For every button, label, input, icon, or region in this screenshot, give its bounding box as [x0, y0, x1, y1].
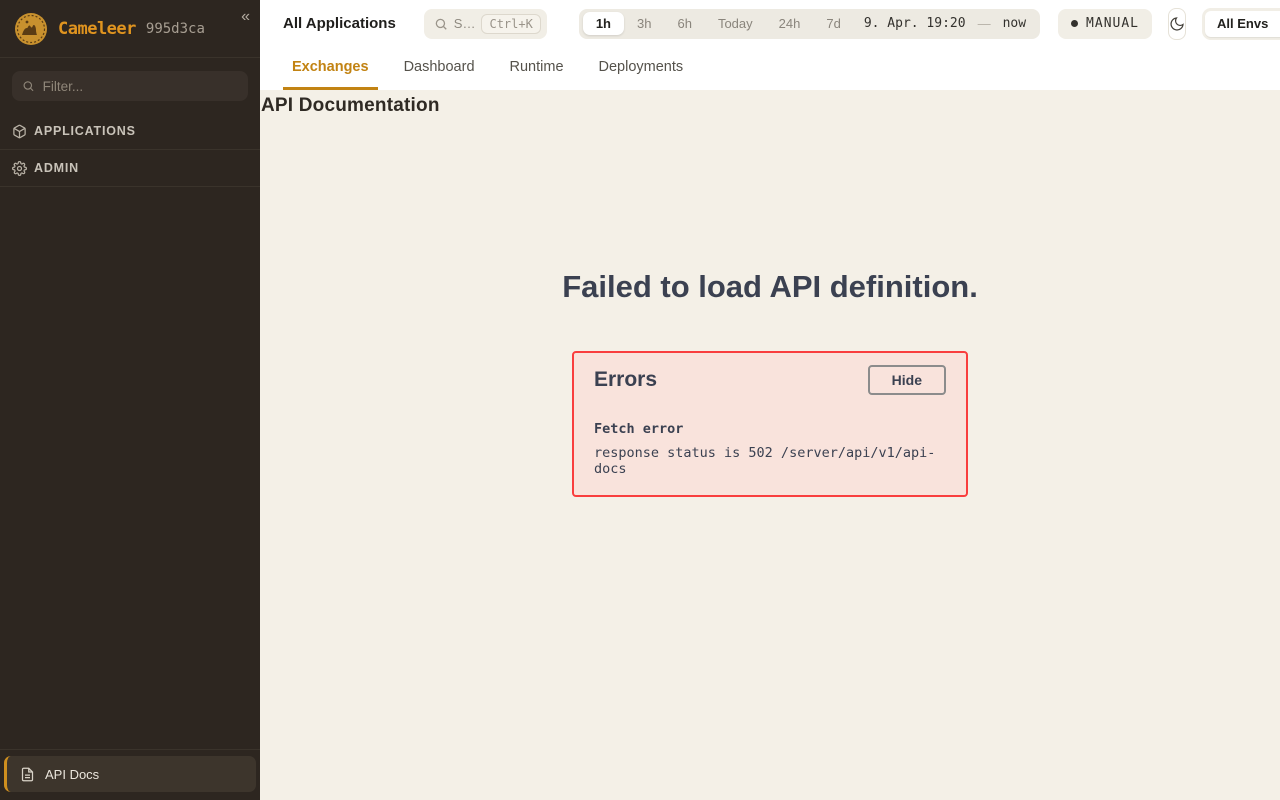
page-title: API Documentation — [260, 90, 1280, 117]
errors-panel: Errors Hide Fetch error response status … — [572, 351, 968, 497]
time-range-24h[interactable]: 24h — [766, 12, 814, 35]
refresh-mode-button[interactable]: MANUAL — [1058, 9, 1152, 39]
swagger-error-view: Failed to load API definition. Errors Hi… — [260, 269, 1280, 497]
brand-suffix: 995d3ca — [146, 21, 205, 37]
collapse-sidebar-icon[interactable]: « — [241, 8, 250, 26]
fail-title: Failed to load API definition. — [260, 269, 1280, 305]
time-separator: — — [976, 16, 993, 31]
moon-icon — [1169, 16, 1185, 32]
sidebar-item-admin[interactable]: ADMIN — [0, 150, 260, 187]
time-range-today[interactable]: Today — [705, 12, 766, 35]
time-range-6h[interactable]: 6h — [664, 12, 704, 35]
status-dot-icon — [1071, 20, 1078, 27]
search-shortcut-badge: Ctrl+K — [481, 14, 540, 34]
tab-runtime[interactable]: Runtime — [501, 59, 573, 90]
sidebar-filter[interactable] — [12, 71, 248, 101]
global-search[interactable]: S… Ctrl+K — [424, 9, 547, 39]
search-icon — [434, 17, 448, 31]
sidebar-item-label: ADMIN — [34, 161, 79, 175]
error-name: Fetch error — [594, 421, 946, 437]
sidebar: Cameleer 995d3ca « APPLICATIONS ADMIN — [0, 0, 260, 800]
time-to[interactable]: now — [993, 16, 1036, 31]
content-area: API Documentation Failed to load API def… — [260, 90, 1280, 800]
main-area: All Applications S… Ctrl+K 1h 3h 6h Toda… — [260, 0, 1280, 800]
search-placeholder: S… — [454, 16, 476, 31]
error-message: response status is 502 /server/api/v1/ap… — [594, 445, 946, 477]
sidebar-item-api-docs[interactable]: API Docs — [4, 756, 256, 792]
sidebar-item-applications[interactable]: APPLICATIONS — [0, 113, 260, 150]
time-range-bar: 1h 3h 6h Today 24h 7d 9. Apr. 19:20 — no… — [579, 9, 1040, 39]
topbar: All Applications S… Ctrl+K 1h 3h 6h Toda… — [260, 0, 1280, 47]
time-range-3h[interactable]: 3h — [624, 12, 664, 35]
search-icon — [22, 79, 35, 93]
errors-heading: Errors — [594, 368, 657, 392]
env-selector-value: All Envs ▾ — [1205, 11, 1280, 37]
package-icon — [12, 124, 27, 139]
scope-title: All Applications — [283, 15, 396, 32]
time-range-7d[interactable]: 7d — [813, 12, 853, 35]
dark-mode-toggle[interactable] — [1168, 8, 1186, 40]
env-selected-label: All Envs — [1217, 16, 1268, 31]
gear-icon — [12, 161, 27, 176]
cameleer-logo-icon — [14, 12, 48, 46]
sidebar-item-label: APPLICATIONS — [34, 124, 136, 138]
brand-name: Cameleer — [58, 19, 136, 39]
tab-dashboard[interactable]: Dashboard — [395, 59, 484, 90]
tab-exchanges[interactable]: Exchanges — [283, 59, 378, 90]
hide-errors-button[interactable]: Hide — [868, 365, 946, 395]
sidebar-header: Cameleer 995d3ca « — [0, 0, 260, 58]
env-selector[interactable]: All Envs ▾ — [1202, 8, 1280, 40]
sidebar-item-label: API Docs — [45, 767, 99, 782]
time-range-1h[interactable]: 1h — [583, 12, 624, 35]
refresh-mode-label: MANUAL — [1086, 16, 1139, 31]
filter-input[interactable] — [43, 79, 238, 94]
tab-deployments[interactable]: Deployments — [590, 59, 693, 90]
document-icon — [20, 767, 35, 782]
time-from[interactable]: 9. Apr. 19:20 — [854, 16, 976, 31]
tabs-bar: Exchanges Dashboard Runtime Deployments — [260, 47, 1280, 90]
